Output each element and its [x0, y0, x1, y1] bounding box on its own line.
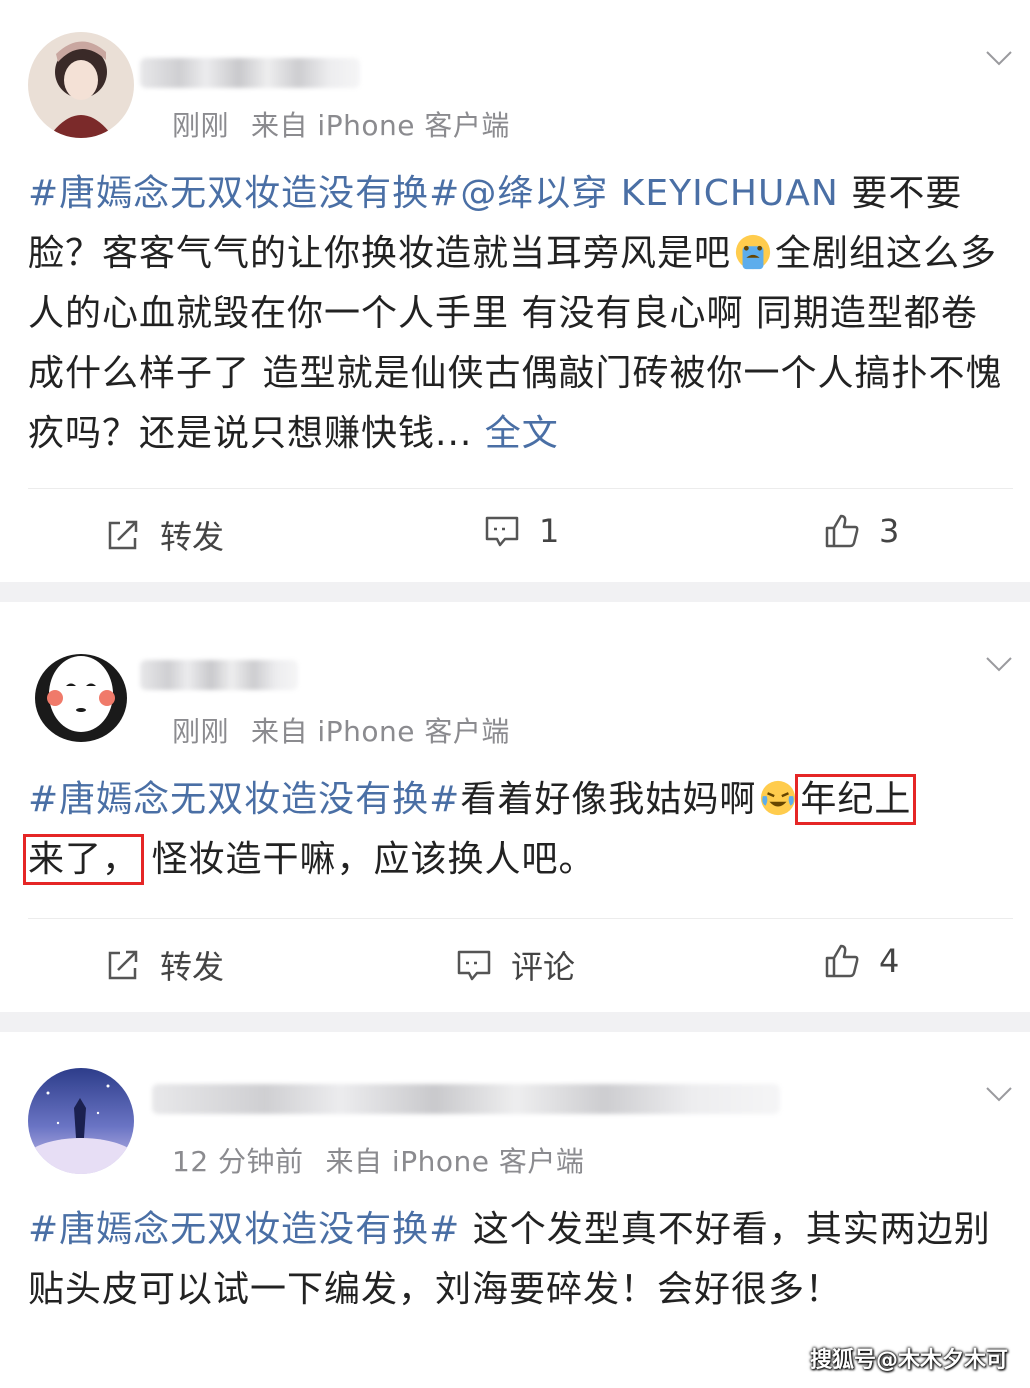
username-blurred[interactable] [152, 1084, 780, 1114]
post-text-part: 看着好像我姑妈啊 [460, 779, 757, 820]
divider [28, 488, 1013, 489]
avatar[interactable] [28, 640, 134, 746]
post-time: 刚刚 [172, 715, 230, 748]
repost-icon [108, 520, 138, 550]
like-button[interactable]: 4 [823, 942, 899, 980]
post-source: 来自 iPhone 客户端 [325, 1145, 585, 1178]
post-meta: 12 分钟前 来自 iPhone 客户端 [172, 1140, 584, 1180]
post-2: 刚刚 来自 iPhone 客户端 #唐嫣念无双妆造没有换#看着好像我姑妈啊 年纪上… [0, 602, 1030, 1012]
username-blurred[interactable] [140, 58, 360, 88]
post-text-part: 怪妆造干嘛，应该换人吧。 [139, 839, 596, 880]
post-text: #唐嫣念无双妆造没有换# 这个发型真不好看，其实两边别贴头皮可以试一下编发，刘海… [28, 1200, 1013, 1320]
mention-link[interactable]: @绛以穿 KEYICHUAN [460, 173, 839, 214]
hashtag-link[interactable]: #唐嫣念无双妆造没有换# [28, 779, 460, 820]
username-blurred[interactable] [140, 660, 298, 690]
repost-label: 转发 [160, 518, 225, 556]
sweat-tears-emoji-icon [735, 234, 771, 270]
repost-button[interactable]: 转发 [104, 512, 224, 558]
highlighted-text: 年纪上 [795, 774, 917, 825]
post-text: #唐嫣念无双妆造没有换#@绛以穿 KEYICHUAN 要不要脸？客客气气的让你换… [28, 164, 1013, 464]
avatar[interactable] [28, 32, 134, 138]
chevron-down-icon[interactable] [984, 42, 1014, 72]
like-button[interactable]: 3 [823, 512, 899, 550]
comment-icon [457, 950, 491, 981]
repost-label: 转发 [160, 948, 225, 986]
hashtag-link[interactable]: #唐嫣念无双妆造没有换# [28, 1209, 460, 1250]
divider [28, 918, 1013, 919]
post-time: 刚刚 [172, 109, 230, 142]
read-more-link[interactable]: 全文 [472, 413, 558, 454]
comment-count: 1 [539, 512, 560, 550]
post-text: #唐嫣念无双妆造没有换#看着好像我姑妈啊 年纪上来了， 怪妆造干嘛，应该换人吧。 [22, 770, 1013, 890]
post-separator [0, 1012, 1030, 1032]
post-meta: 刚刚 来自 iPhone 客户端 [172, 104, 510, 144]
crying-laughing-emoji-icon [761, 780, 796, 816]
post-1: 刚刚 来自 iPhone 客户端 #唐嫣念无双妆造没有换#@绛以穿 KEYICHU… [0, 0, 1030, 582]
hashtag-link[interactable]: #唐嫣念无双妆造没有换# [28, 173, 460, 214]
comment-label: 评论 [511, 948, 576, 986]
post-source: 来自 iPhone 客户端 [251, 109, 510, 142]
like-count: 4 [879, 942, 900, 980]
repost-icon [108, 950, 138, 980]
post-time: 12 分钟前 [172, 1145, 304, 1178]
post-source: 来自 iPhone 客户端 [251, 715, 510, 748]
post-meta: 刚刚 来自 iPhone 客户端 [172, 710, 510, 750]
repost-button[interactable]: 转发 [104, 942, 224, 988]
comment-button[interactable]: 评论 [455, 942, 575, 988]
avatar[interactable] [28, 1068, 134, 1174]
chevron-down-icon[interactable] [984, 648, 1014, 678]
comment-button[interactable]: 1 [483, 512, 559, 550]
thumbs-up-icon [825, 514, 859, 548]
comment-icon [485, 516, 519, 547]
thumbs-up-icon [825, 944, 859, 978]
watermark: 搜狐号@木木夕木可 [809, 1348, 1008, 1373]
post-separator [0, 582, 1030, 602]
like-count: 3 [879, 512, 900, 550]
post-3: 12 分钟前 来自 iPhone 客户端 #唐嫣念无双妆造没有换# 这个发型真不好… [0, 1032, 1030, 1388]
highlighted-text: 来了， [22, 834, 145, 885]
chevron-down-icon[interactable] [984, 1078, 1014, 1108]
